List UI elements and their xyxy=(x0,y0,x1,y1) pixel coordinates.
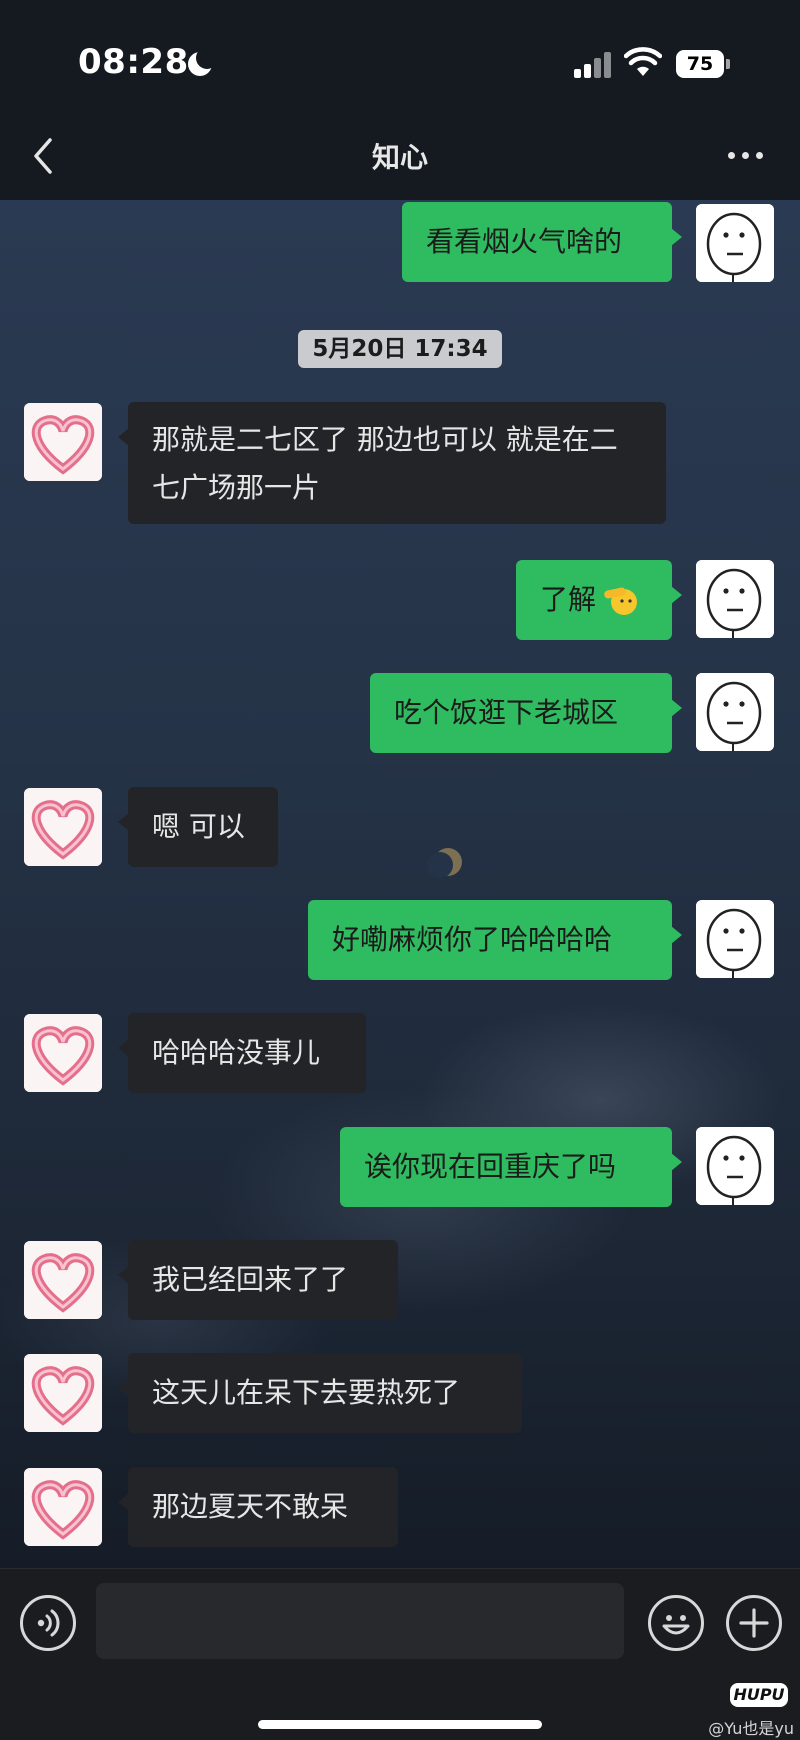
moon-decoration xyxy=(427,848,462,878)
message-text: 好嘞麻烦你了哈哈哈哈 xyxy=(332,923,613,956)
cellular-signal-icon xyxy=(574,52,612,78)
heart-avatar[interactable] xyxy=(24,1468,102,1546)
message-bubble-sent[interactable]: 诶你现在回重庆了吗 xyxy=(340,1127,682,1207)
heart-avatar[interactable] xyxy=(24,1241,102,1319)
plus-icon[interactable] xyxy=(726,1595,782,1651)
message-text: 吃个饭逛下老城区 xyxy=(394,696,619,729)
wifi-icon xyxy=(624,47,662,76)
voice-icon[interactable] xyxy=(20,1595,76,1651)
hupu-logo: HUPU xyxy=(730,1683,788,1707)
meme-face-avatar[interactable] xyxy=(696,204,774,282)
message-bubble-sent[interactable]: 吃个饭逛下老城区 xyxy=(370,673,682,753)
watermark-text: @Yu也是yu xyxy=(708,1719,794,1738)
heart-avatar[interactable] xyxy=(24,788,102,866)
message-text: 这天儿在呆下去要热死了 xyxy=(152,1376,461,1409)
message-text: 嗯 可以 xyxy=(152,810,245,843)
chat-title: 知心 xyxy=(371,141,428,174)
meme-face-avatar[interactable] xyxy=(696,900,774,978)
meme-face-avatar[interactable] xyxy=(696,673,774,751)
status-time: 08:28 xyxy=(78,42,189,82)
message-text: 那边夏天不敢呆 xyxy=(152,1490,349,1523)
input-bar: HUPU @Yu也是yu xyxy=(0,1568,800,1740)
message-text: 那就是二七区了 那边也可以 就是在二七广场那一片 xyxy=(152,423,618,504)
message-bubble-received[interactable]: 这天儿在呆下去要热死了 xyxy=(118,1353,522,1433)
message-bubble-received[interactable]: 嗯 可以 xyxy=(118,787,278,867)
message-bubble-sent[interactable]: 了解 xyxy=(516,560,682,640)
message-bubble-received[interactable]: 那边夏天不敢呆 xyxy=(118,1467,398,1547)
moon-icon xyxy=(188,47,218,76)
heart-avatar[interactable] xyxy=(24,403,102,481)
emoji-icon[interactable] xyxy=(648,1595,704,1651)
message-bubble-received[interactable]: 哈哈哈没事儿 xyxy=(118,1013,366,1093)
home-indicator[interactable] xyxy=(258,1720,542,1729)
message-bubble-received[interactable]: 我已经回来了了 xyxy=(118,1240,398,1320)
heart-avatar[interactable] xyxy=(24,1014,102,1092)
message-bubble-sent[interactable]: 好嘞麻烦你了哈哈哈哈 xyxy=(308,900,682,980)
heart-avatar[interactable] xyxy=(24,1354,102,1432)
message-input[interactable] xyxy=(96,1583,624,1659)
message-text: 看看烟火气啥的 xyxy=(426,225,623,258)
message-text: 我已经回来了了 xyxy=(152,1263,349,1296)
message-timestamp: 5月20日 17:34 xyxy=(298,330,502,368)
meme-face-avatar[interactable] xyxy=(696,1127,774,1205)
message-text: 了解 xyxy=(540,583,597,616)
meme-face-avatar[interactable] xyxy=(696,560,774,638)
message-text: 哈哈哈没事儿 xyxy=(152,1036,321,1069)
battery-indicator: 75 xyxy=(676,50,730,78)
message-bubble-received[interactable]: 那就是二七区了 那边也可以 就是在二七广场那一片 xyxy=(118,402,666,524)
saluting-face-emoji xyxy=(604,587,638,615)
message-bubble-sent[interactable]: 看看烟火气啥的 xyxy=(402,202,682,282)
more-dots-icon[interactable] xyxy=(726,146,766,166)
message-text: 诶你现在回重庆了吗 xyxy=(364,1150,617,1183)
top-bar: 08:28 75 知心 xyxy=(0,0,800,200)
